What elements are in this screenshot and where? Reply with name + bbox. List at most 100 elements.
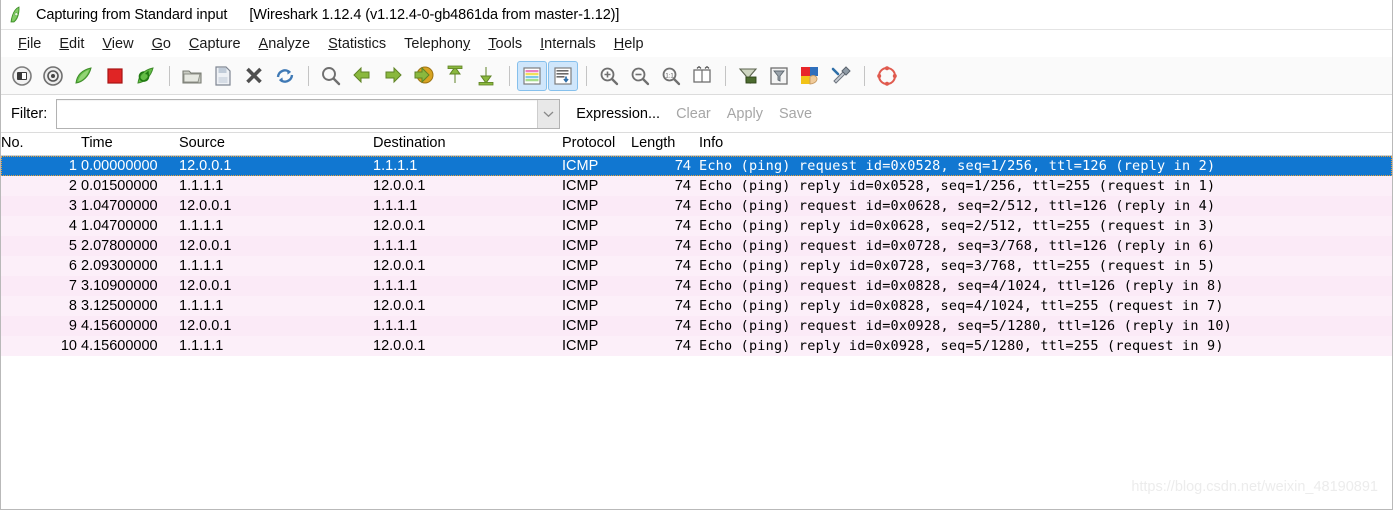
toolbar-separator: [308, 65, 309, 86]
cell-destination: 1.1.1.1: [373, 238, 418, 254]
cell-time: 2.07800000: [81, 238, 158, 254]
open-file-icon[interactable]: [177, 61, 207, 91]
help-contents-icon[interactable]: [872, 61, 902, 91]
cell-protocol: ICMP: [562, 238, 599, 254]
packet-list-body[interactable]: 1 0.00000000 12.0.0.1 1.1.1.1 ICMP 74 Echo (pi…: [1, 156, 1392, 356]
cell-length: 74: [674, 298, 691, 314]
cell-no: 8: [68, 298, 77, 314]
table-row[interactable]: 5 2.07800000 12.0.0.1 1.1.1.1 ICMP 74 Echo (pi…: [1, 236, 1392, 256]
column-header-time[interactable]: Time: [81, 135, 113, 151]
reload-file-icon[interactable]: [270, 61, 300, 91]
zoom-reset-icon[interactable]: 1:1: [656, 61, 686, 91]
table-row[interactable]: 9 4.15600000 12.0.0.1 1.1.1.1 ICMP 74 Echo (pi…: [1, 316, 1392, 336]
cell-no: 5: [68, 238, 77, 254]
filter-save-button[interactable]: Save: [779, 106, 812, 122]
menu-statistics[interactable]: Statistics: [319, 34, 395, 54]
restart-capture-icon[interactable]: [131, 61, 161, 91]
chevron-down-icon[interactable]: [537, 99, 560, 128]
capture-options-icon[interactable]: [38, 61, 68, 91]
cell-protocol: ICMP: [562, 218, 599, 234]
column-header-no[interactable]: No.: [1, 135, 24, 151]
capture-filters-icon[interactable]: [733, 61, 763, 91]
menu-tools[interactable]: Tools: [479, 34, 531, 54]
zoom-out-icon[interactable]: [625, 61, 655, 91]
filter-combobox[interactable]: [56, 98, 561, 129]
go-back-icon[interactable]: [347, 61, 377, 91]
cell-protocol: ICMP: [562, 178, 599, 194]
cell-no: 6: [68, 258, 77, 274]
cell-info: Echo (ping) request id=0x0728, seq=3/768…: [699, 238, 1216, 254]
preferences-icon[interactable]: [826, 61, 856, 91]
save-file-icon[interactable]: [208, 61, 238, 91]
cell-source: 1.1.1.1: [179, 178, 224, 194]
table-row[interactable]: 8 3.12500000 1.1.1.1 12.0.0.1 ICMP 74 Echo (pi…: [1, 296, 1392, 316]
cell-source: 1.1.1.1: [179, 258, 224, 274]
cell-destination: 12.0.0.1: [373, 338, 426, 354]
menu-edit[interactable]: Edit: [50, 34, 93, 54]
cell-source: 12.0.0.1: [179, 158, 232, 174]
cell-length: 74: [674, 238, 691, 254]
cell-time: 0.00000000: [81, 158, 158, 174]
zoom-in-icon[interactable]: [594, 61, 624, 91]
cell-length: 74: [674, 198, 691, 214]
go-to-packet-icon[interactable]: [409, 61, 439, 91]
column-header-length[interactable]: Length: [631, 135, 675, 151]
cell-no: 1: [68, 158, 77, 174]
cell-protocol: ICMP: [562, 318, 599, 334]
title-bar: Capturing from Standard input [Wireshark…: [1, 0, 1392, 30]
menu-capture[interactable]: Capture: [180, 34, 250, 54]
menu-analyze[interactable]: Analyze: [250, 34, 320, 54]
cell-time: 1.04700000: [81, 198, 158, 214]
auto-scroll-icon[interactable]: [548, 60, 578, 91]
menu-file[interactable]: File: [9, 34, 50, 54]
menu-help[interactable]: Help: [605, 34, 653, 54]
column-header-source[interactable]: Source: [179, 135, 225, 151]
filter-apply-button[interactable]: Apply: [727, 106, 763, 122]
menu-telephony[interactable]: Telephony: [395, 34, 479, 54]
cell-source: 1.1.1.1: [179, 218, 224, 234]
table-row[interactable]: 4 1.04700000 1.1.1.1 12.0.0.1 ICMP 74 Echo (pi…: [1, 216, 1392, 236]
cell-info: Echo (ping) request id=0x0828, seq=4/102…: [699, 278, 1224, 294]
packet-list-pane[interactable]: No. Time Source Destination Protocol Length In…: [1, 133, 1392, 509]
column-header-info[interactable]: Info: [699, 135, 723, 151]
cell-length: 74: [674, 218, 691, 234]
display-filters-icon[interactable]: [764, 61, 794, 91]
cell-source: 12.0.0.1: [179, 198, 232, 214]
table-row[interactable]: 7 3.10900000 12.0.0.1 1.1.1.1 ICMP 74 Echo (pi…: [1, 276, 1392, 296]
go-to-last-icon[interactable]: [471, 61, 501, 91]
table-row[interactable]: 6 2.09300000 1.1.1.1 12.0.0.1 ICMP 74 Echo (pi…: [1, 256, 1392, 276]
table-row[interactable]: 2 0.01500000 1.1.1.1 12.0.0.1 ICMP 74 Echo (pi…: [1, 176, 1392, 196]
go-forward-icon[interactable]: [378, 61, 408, 91]
coloring-rules-icon[interactable]: [795, 61, 825, 91]
cell-destination: 1.1.1.1: [373, 318, 418, 334]
menu-go[interactable]: Go: [143, 34, 180, 54]
cell-length: 74: [674, 158, 691, 174]
cell-protocol: ICMP: [562, 158, 599, 174]
filter-input[interactable]: [57, 99, 538, 128]
colorize-packets-icon[interactable]: [517, 60, 547, 91]
column-header-protocol[interactable]: Protocol: [562, 135, 615, 151]
interfaces-icon[interactable]: [7, 61, 37, 91]
resize-columns-icon[interactable]: [687, 61, 717, 91]
go-to-first-icon[interactable]: [440, 61, 470, 91]
cell-destination: 12.0.0.1: [373, 298, 426, 314]
table-row[interactable]: 1 0.00000000 12.0.0.1 1.1.1.1 ICMP 74 Echo (pi…: [1, 156, 1392, 176]
table-row[interactable]: 3 1.04700000 12.0.0.1 1.1.1.1 ICMP 74 Echo (pi…: [1, 196, 1392, 216]
cell-info: Echo (ping) reply id=0x0728, seq=3/768, …: [699, 258, 1216, 274]
start-capture-icon[interactable]: [69, 61, 99, 91]
find-packet-icon[interactable]: [316, 61, 346, 91]
cell-info: Echo (ping) reply id=0x0928, seq=5/1280,…: [699, 338, 1224, 354]
menu-view[interactable]: View: [93, 34, 142, 54]
cell-info: Echo (ping) reply id=0x0528, seq=1/256, …: [699, 178, 1216, 194]
stop-capture-icon[interactable]: [100, 61, 130, 91]
menu-bar: File Edit View Go Capture Analyze Statistics Te…: [1, 30, 1392, 57]
cell-time: 4.15600000: [81, 338, 158, 354]
menu-internals[interactable]: Internals: [531, 34, 605, 54]
close-file-icon[interactable]: [239, 61, 269, 91]
column-header-destination[interactable]: Destination: [373, 135, 446, 151]
cell-length: 74: [674, 278, 691, 294]
filter-clear-button[interactable]: Clear: [676, 106, 711, 122]
filter-expression-button[interactable]: Expression...: [576, 106, 660, 122]
table-row[interactable]: 10 4.15600000 1.1.1.1 12.0.0.1 ICMP 74 Echo (p…: [1, 336, 1392, 356]
cell-no: 9: [68, 318, 77, 334]
